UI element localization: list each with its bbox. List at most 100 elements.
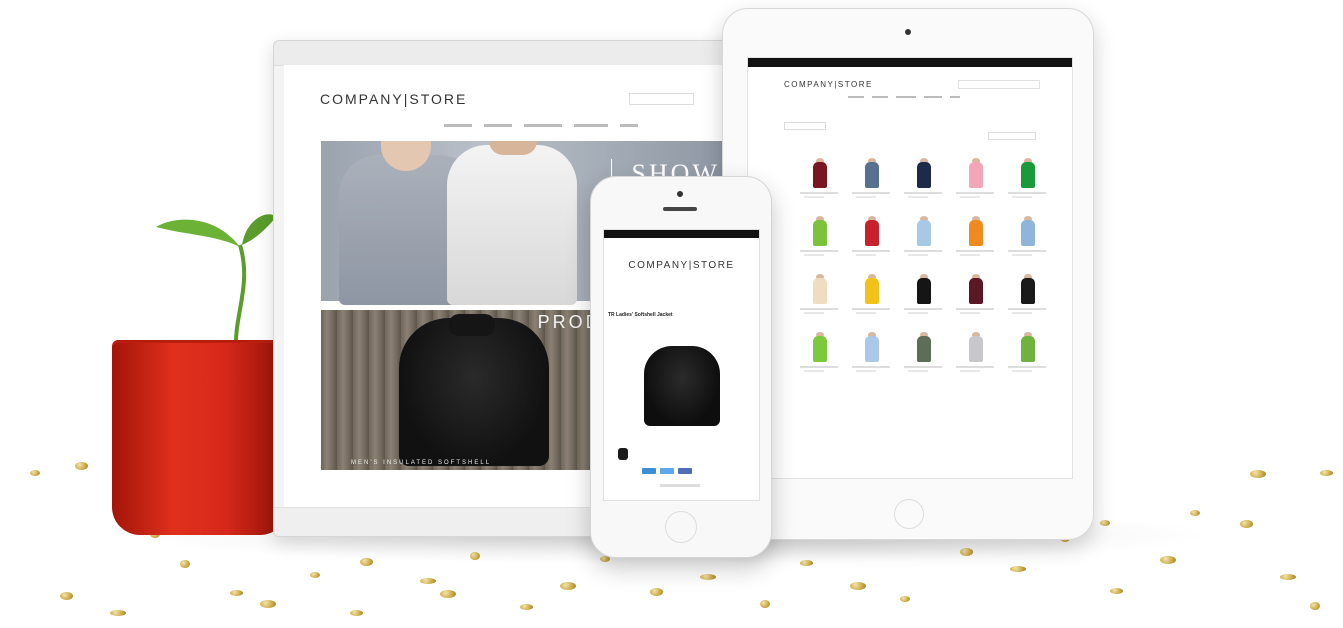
product-price bbox=[804, 370, 824, 372]
product-price bbox=[908, 370, 928, 372]
product-tile[interactable] bbox=[898, 332, 948, 378]
product-tile[interactable] bbox=[1002, 158, 1052, 204]
product-tile[interactable] bbox=[950, 216, 1000, 262]
product-caption bbox=[904, 308, 942, 310]
product-price bbox=[908, 254, 928, 256]
model-shirt-white bbox=[447, 145, 577, 305]
product-caption bbox=[800, 250, 838, 252]
desktop-search-input[interactable] bbox=[629, 93, 694, 105]
confetti-dot bbox=[1240, 520, 1253, 528]
nav-item[interactable] bbox=[524, 124, 562, 127]
product-image bbox=[1021, 278, 1035, 304]
confetti-dot bbox=[1250, 470, 1266, 478]
nav-item[interactable] bbox=[484, 124, 512, 127]
product-tile[interactable] bbox=[950, 274, 1000, 320]
product-caption bbox=[956, 308, 994, 310]
product-price bbox=[856, 196, 876, 198]
tablet-product-grid bbox=[794, 158, 1054, 378]
product-tile[interactable] bbox=[1002, 274, 1052, 320]
confetti-dot bbox=[1100, 520, 1110, 526]
product-price bbox=[960, 370, 980, 372]
product-tile[interactable] bbox=[794, 332, 844, 378]
product-tile[interactable] bbox=[1002, 332, 1052, 378]
product-tile[interactable] bbox=[846, 158, 896, 204]
jacket-image bbox=[399, 318, 549, 466]
phone-product-thumbnail[interactable] bbox=[618, 448, 628, 460]
product-price bbox=[856, 254, 876, 256]
product-price bbox=[960, 312, 980, 314]
product-image bbox=[917, 162, 931, 188]
product-tile[interactable] bbox=[1002, 216, 1052, 262]
tablet-status-bar bbox=[748, 58, 1072, 67]
product-caption bbox=[852, 366, 890, 368]
nav-item[interactable] bbox=[896, 96, 916, 98]
tablet-home-button[interactable] bbox=[894, 499, 924, 529]
phone-logo[interactable]: COMPANY|STORE bbox=[604, 260, 759, 271]
confetti-dot bbox=[60, 592, 73, 600]
tablet-sort-select[interactable] bbox=[988, 132, 1036, 140]
confetti-dot bbox=[1190, 510, 1200, 516]
product-tile[interactable] bbox=[794, 158, 844, 204]
confetti-dot bbox=[440, 590, 456, 598]
phone-status-bar bbox=[604, 230, 759, 238]
product-image bbox=[1021, 162, 1035, 188]
phone-device: COMPANY|STORE TR Ladies' Softshell Jacke… bbox=[590, 176, 772, 558]
confetti-dot bbox=[1010, 566, 1026, 572]
phone-home-button[interactable] bbox=[665, 511, 697, 543]
jacket-collar bbox=[449, 314, 495, 336]
tablet-device: COMPANY|STORE bbox=[722, 8, 1094, 540]
tablet-filter[interactable] bbox=[784, 122, 826, 130]
phone-product-image[interactable] bbox=[644, 346, 720, 426]
tablet-logo[interactable]: COMPANY|STORE bbox=[784, 80, 873, 89]
product-caption bbox=[1008, 308, 1046, 310]
product-price bbox=[908, 196, 928, 198]
product-tile[interactable] bbox=[898, 274, 948, 320]
product-caption bbox=[852, 250, 890, 252]
product-image bbox=[917, 278, 931, 304]
confetti-dot bbox=[1320, 470, 1333, 476]
product-tile[interactable] bbox=[846, 216, 896, 262]
nav-item[interactable] bbox=[574, 124, 608, 127]
product-caption bbox=[1008, 366, 1046, 368]
phone-camera bbox=[677, 191, 683, 197]
confetti-dot bbox=[230, 590, 243, 596]
product-caption bbox=[1008, 250, 1046, 252]
product-tile[interactable] bbox=[846, 274, 896, 320]
phone-speaker bbox=[663, 207, 697, 211]
product-caption bbox=[956, 192, 994, 194]
product-tile[interactable] bbox=[950, 332, 1000, 378]
product-image bbox=[969, 336, 983, 362]
product-image bbox=[969, 278, 983, 304]
share-button[interactable] bbox=[642, 468, 656, 474]
product-image bbox=[813, 278, 827, 304]
product-price bbox=[856, 370, 876, 372]
product-tile[interactable] bbox=[950, 158, 1000, 204]
phone-footer bbox=[660, 484, 700, 487]
nav-item[interactable] bbox=[848, 96, 864, 98]
share-button[interactable] bbox=[678, 468, 692, 474]
tablet-screen: COMPANY|STORE bbox=[747, 57, 1073, 479]
product-price bbox=[1012, 254, 1032, 256]
nav-item[interactable] bbox=[444, 124, 472, 127]
product-tile[interactable] bbox=[794, 216, 844, 262]
confetti-dot bbox=[180, 560, 190, 568]
product-tile[interactable] bbox=[794, 274, 844, 320]
nav-item[interactable] bbox=[620, 124, 638, 127]
product-caption bbox=[852, 308, 890, 310]
product-tile[interactable] bbox=[898, 216, 948, 262]
confetti-dot bbox=[1310, 602, 1320, 610]
product-tile[interactable] bbox=[846, 332, 896, 378]
tablet-search-input[interactable] bbox=[958, 80, 1040, 89]
phone-product-title: TR Ladies' Softshell Jacket bbox=[608, 312, 673, 318]
product-price bbox=[804, 312, 824, 314]
desktop-logo[interactable]: COMPANY|STORE bbox=[320, 91, 467, 107]
nav-item[interactable] bbox=[950, 96, 960, 98]
share-button[interactable] bbox=[660, 468, 674, 474]
plant-pot bbox=[112, 343, 288, 535]
confetti-dot bbox=[75, 462, 88, 470]
product-tile[interactable] bbox=[898, 158, 948, 204]
nav-item[interactable] bbox=[924, 96, 942, 98]
confetti-dot bbox=[650, 588, 663, 596]
nav-item[interactable] bbox=[872, 96, 888, 98]
tablet-camera bbox=[905, 29, 911, 35]
